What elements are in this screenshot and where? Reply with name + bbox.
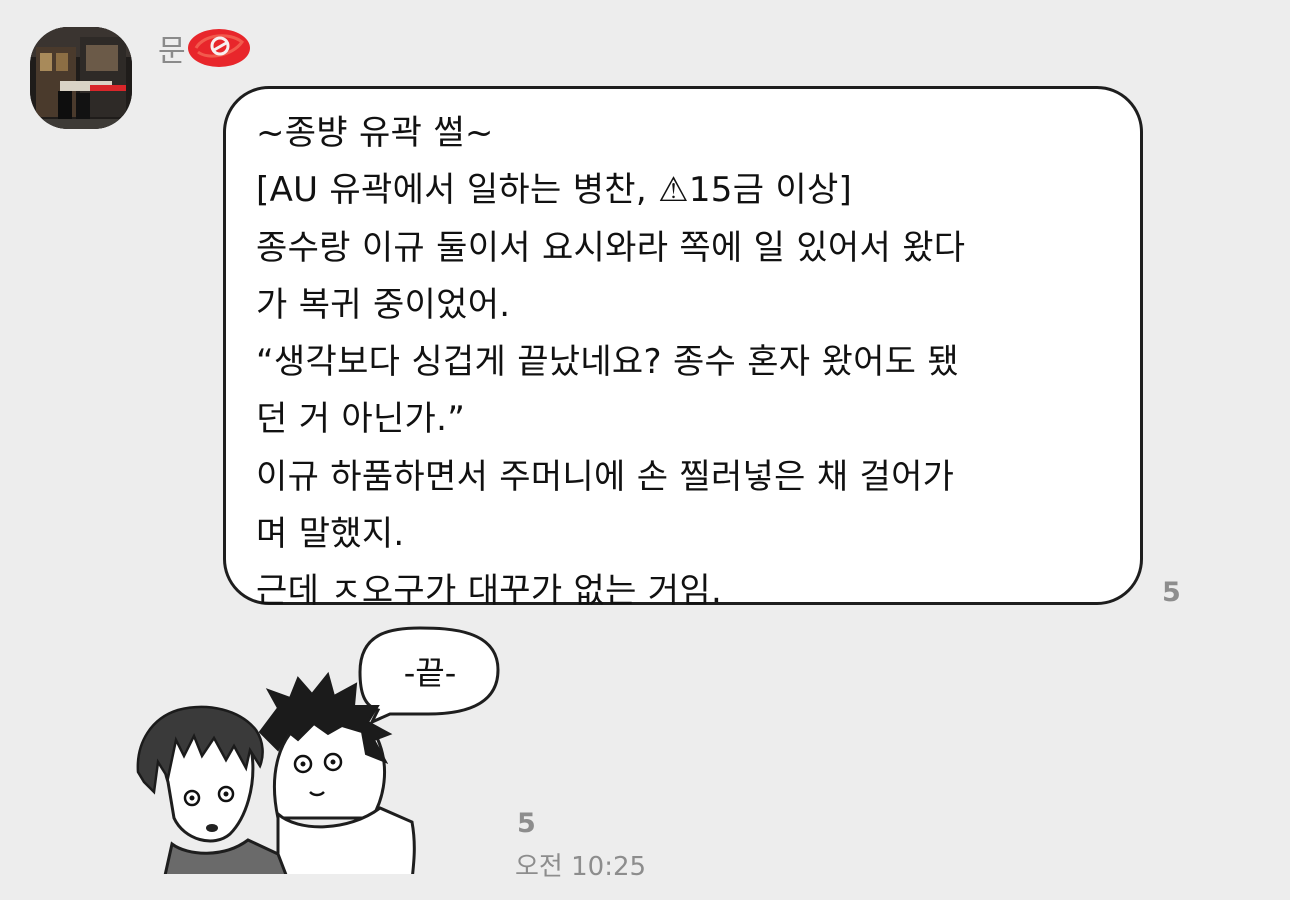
message-line: “생각보다 싱겁게 끝났네요? 종수 혼자 왔어도 됐 (256, 342, 959, 383)
sender-name-area: 문 (158, 28, 250, 69)
sender-name: 문 (158, 34, 187, 69)
speech-bubble: -끝- (358, 626, 500, 726)
redaction-scribble (188, 29, 250, 67)
unread-count: 5 (1162, 577, 1181, 608)
message-line: 근데 ㅈ오구가 대꾸가 없는 거임. (256, 571, 723, 612)
message-line: 던 거 아닌가.” (256, 399, 466, 440)
speech-text: -끝- (404, 654, 457, 692)
message-line: 며 말했지. (256, 514, 405, 555)
sender-avatar[interactable] (30, 27, 132, 129)
avatar-photo (30, 27, 132, 129)
unread-count: 5 (517, 808, 536, 839)
message-line: 종수랑 이규 둘이서 요시와라 쪽에 일 있어서 왔다 (256, 227, 966, 268)
message-line: 이규 하품하면서 주머니에 손 찔러넣은 채 걸어가 (256, 456, 955, 497)
sticker-illustration: -끝- (128, 626, 500, 882)
message-bubble[interactable]: ~종뱡 유곽 썰~ [AU 유곽에서 일하는 병찬, ⚠15금 이상] 종수랑 … (223, 86, 1143, 611)
chat-screen: 문 ~종뱡 유곽 썰~ [AU 유곽에서 일하는 병찬, ⚠15금 이상] 종수… (0, 0, 1290, 900)
message-line: [AU 유곽에서 일하는 병찬, ⚠15금 이상] (256, 170, 853, 211)
message-timestamp: 오전 10:25 (515, 852, 647, 882)
sticker-message[interactable]: -끝- (128, 622, 508, 882)
message-line: 가 복귀 중이었어. (256, 284, 511, 325)
message-line: ~종뱡 유곽 썰~ (256, 113, 494, 153)
